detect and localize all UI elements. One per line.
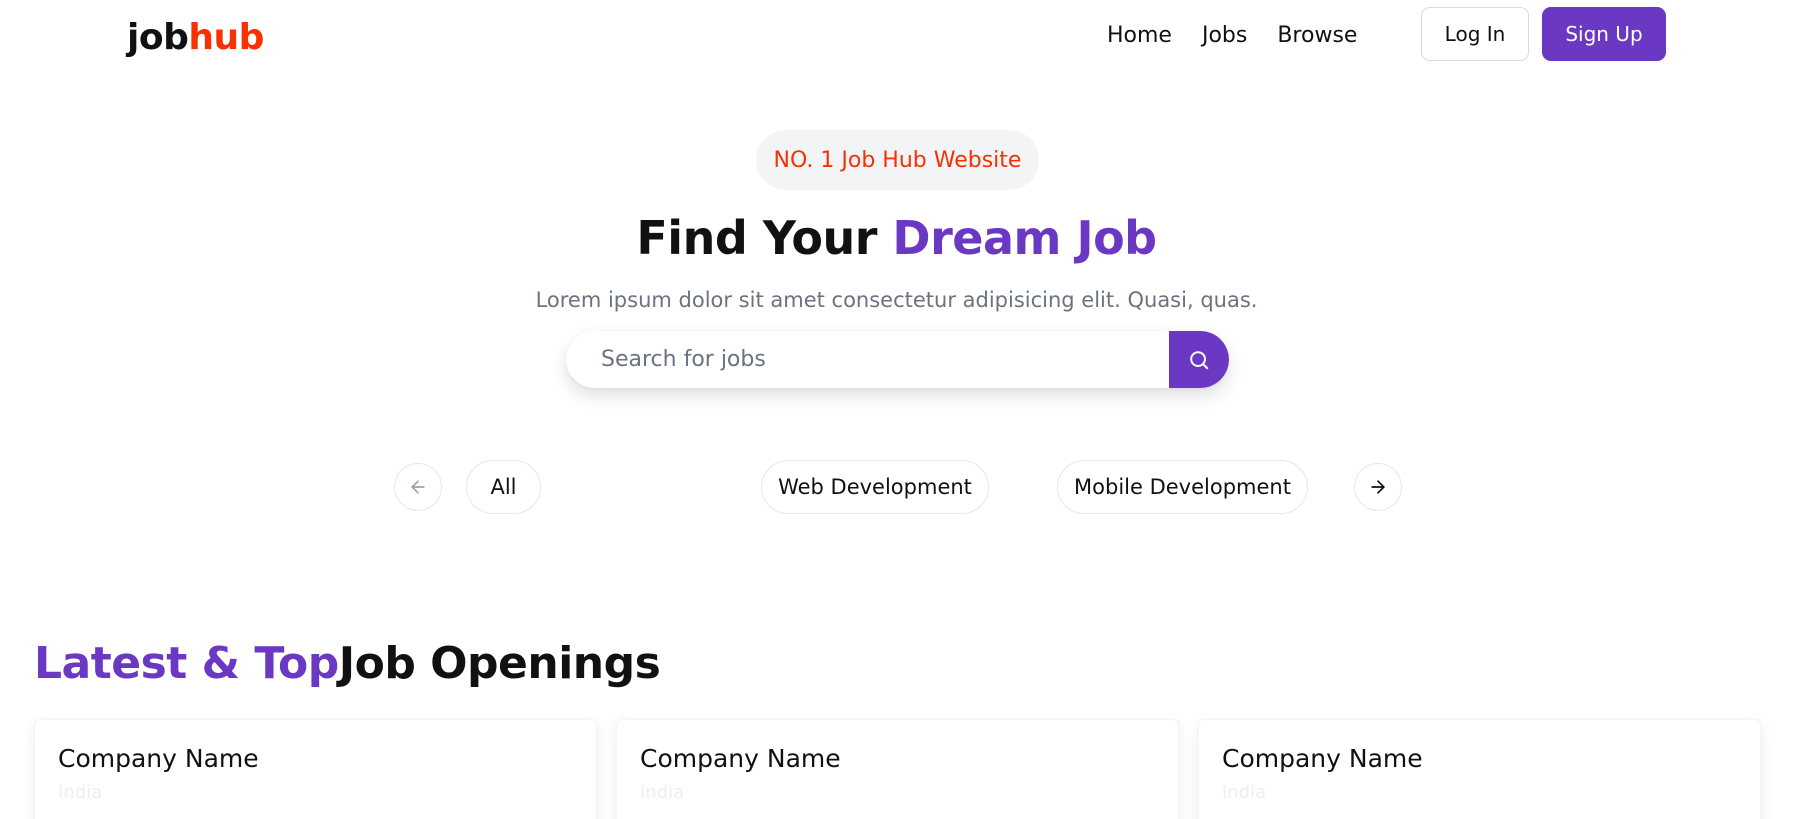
carousel-prev-button[interactable]	[394, 463, 442, 511]
job-card[interactable]: Company Name India	[616, 719, 1179, 819]
hero-title-plain: Find Your	[636, 211, 893, 265]
search-icon	[1190, 350, 1209, 369]
hero-badge: NO. 1 Job Hub Website	[756, 130, 1039, 190]
carousel-next-button[interactable]	[1354, 463, 1402, 511]
hero-title-highlight: Dream Job	[892, 211, 1157, 265]
company-name: Company Name	[1222, 744, 1423, 773]
search-input[interactable]	[601, 331, 1161, 388]
arrow-left-icon	[411, 480, 425, 494]
signup-button[interactable]: Sign Up	[1542, 7, 1666, 61]
company-location: India	[640, 782, 685, 803]
company-name: Company Name	[58, 744, 259, 773]
company-location: India	[58, 782, 103, 803]
job-card[interactable]: Company Name India	[1198, 719, 1761, 819]
latest-jobs-title-plain: Job Openings	[338, 638, 661, 689]
arrow-right-icon	[1371, 480, 1385, 494]
brand-logo-part-1: job	[127, 17, 189, 58]
company-location: India	[1222, 782, 1267, 803]
search-bar	[566, 331, 1229, 388]
search-button[interactable]	[1169, 331, 1229, 388]
brand-logo[interactable]: jobhub	[127, 14, 264, 62]
category-chip-web-development[interactable]: Web Development	[761, 460, 989, 514]
nav-link-browse[interactable]: Browse	[1277, 18, 1357, 54]
latest-jobs-title-highlight: Latest & Top	[34, 638, 339, 689]
nav-link-jobs[interactable]: Jobs	[1202, 18, 1247, 54]
nav-links: Home Jobs Browse	[1107, 18, 1357, 54]
company-name: Company Name	[640, 744, 841, 773]
category-chip-mobile-development[interactable]: Mobile Development	[1057, 460, 1308, 514]
job-card[interactable]: Company Name India	[34, 719, 597, 819]
latest-jobs-title: Latest & TopJob Openings	[34, 636, 661, 692]
login-button[interactable]: Log In	[1421, 7, 1529, 61]
category-chip-all[interactable]: All	[466, 460, 541, 514]
brand-logo-part-2: hub	[188, 17, 264, 58]
page: jobhub Home Jobs Browse Log In Sign Up N…	[0, 0, 1793, 819]
hero-title: Find Your Dream Job	[0, 205, 1793, 271]
hero-subtitle: Lorem ipsum dolor sit amet consectetur a…	[535, 288, 1258, 312]
nav-link-home[interactable]: Home	[1107, 18, 1172, 54]
